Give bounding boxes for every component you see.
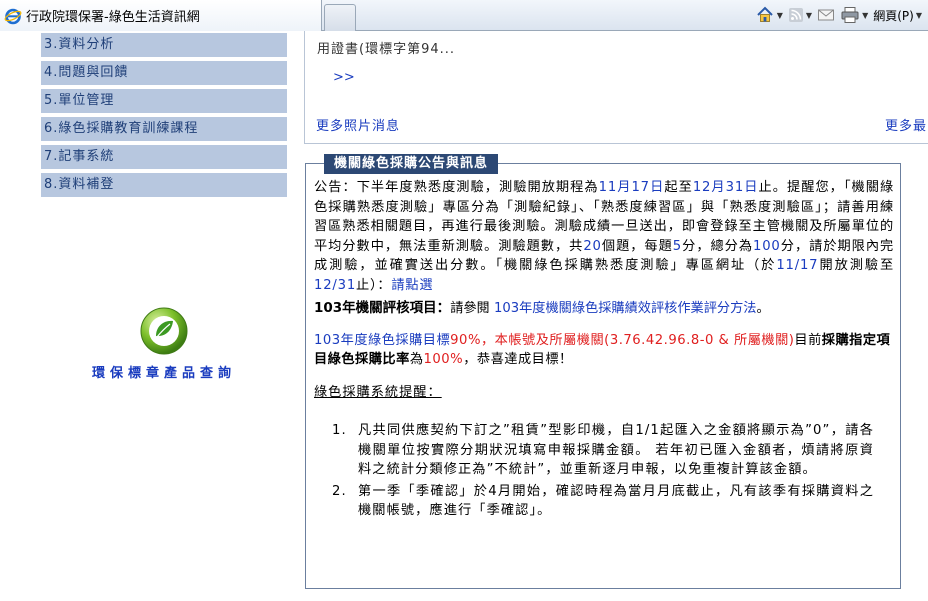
evaluation-items: 103年機關評核項目：請參閱 103年度機關綠色採購績效評核作業評分方法。 (314, 300, 770, 316)
browser-tab-active[interactable]: 行政院環保署-綠色生活資訊網 (0, 0, 322, 31)
browser-tab-title: 行政院環保署-綠色生活資訊網 (26, 10, 200, 25)
exam-notice: 公告：下半年度熟悉度測驗，測驗開放期程為11月17日起至12月31日止。提醒您，… (314, 180, 895, 293)
photo-news-panel: 用證書(環標字第94... >> 更多照片消息 更多最 (304, 31, 928, 144)
announcement-panel: 機關綠色採購公告與訊息 公告：下半年度熟悉度測驗，測驗開放期程為11月17日起至… (305, 154, 901, 589)
printer-icon (841, 7, 859, 23)
sidebar-item-memo-system[interactable]: 7.記事系統 (41, 145, 287, 169)
announcement-body: 公告：下半年度熟悉度測驗，測驗開放期程為11月17日起至12月31日止。提醒您，… (314, 178, 894, 523)
sidebar-item-data-supplement[interactable]: 8.資料補登 (41, 173, 287, 197)
feeds-button[interactable]: ▼ (788, 4, 812, 26)
new-tab-button[interactable] (324, 4, 356, 31)
home-icon (757, 6, 773, 22)
chevron-down-icon: ▼ (915, 10, 922, 20)
reminder-list: 1. 凡共同供應契約下訂之”租賃”型影印機，自1/1起匯入之金額將顯示為”0”，… (332, 421, 874, 521)
eco-label-search: 環保標章產品查詢 (41, 306, 287, 381)
chevron-down-icon: ▼ (805, 10, 813, 20)
chevron-down-icon: ▼ (776, 10, 783, 20)
more-news-link[interactable]: 更多最 (885, 115, 927, 134)
exam-click-here-link[interactable]: 請點選 (391, 278, 433, 293)
announcement-title: 機關綠色採購公告與訊息 (324, 154, 499, 174)
mail-icon (818, 9, 835, 21)
internet-explorer-icon (4, 7, 22, 25)
read-mail-button[interactable] (817, 4, 835, 26)
print-button[interactable]: ▼ (840, 4, 868, 26)
list-item: 2. 第一季「季確認」於4月開始，確認時程為當月月底截止，凡有該季有採購資料之機… (332, 483, 874, 519)
green-mark-logo-icon[interactable] (139, 306, 189, 356)
sidebar-menu: 3.資料分析 4.問題與回饋 5.單位管理 6.綠色採購教育訓練課程 7.記事系… (41, 33, 287, 201)
page-menu-label: 網頁(P) (873, 8, 914, 23)
rss-feed-icon (788, 8, 803, 22)
sidebar-item-data-analysis[interactable]: 3.資料分析 (41, 33, 287, 57)
sidebar-item-feedback[interactable]: 4.問題與回饋 (41, 61, 287, 85)
news-more-arrow-link[interactable]: >> (333, 70, 355, 85)
command-bar: ▼ ▼ ▼ 網頁(P) ▼ (755, 4, 922, 26)
more-photo-news-link[interactable]: 更多照片消息 (316, 115, 400, 134)
procurement-target: 103年度綠色採購目標90%，本帳號及所屬機關(3.76.42.96.8-0 &… (314, 332, 891, 368)
eco-label-product-search-link[interactable]: 環保標章產品查詢 (41, 362, 287, 381)
home-button[interactable]: ▼ (755, 4, 783, 26)
sidebar-item-training-courses[interactable]: 6.綠色採購教育訓練課程 (41, 117, 287, 141)
page-menu-button[interactable]: 網頁(P) ▼ (873, 4, 922, 26)
evaluation-method-link[interactable]: 103年度機關綠色採購績效評核作業評分方法 (494, 301, 757, 316)
browser-chrome: 行政院環保署-綠色生活資訊網 ▼ ▼ ▼ 網頁(P) ▼ (0, 0, 928, 31)
news-snippet[interactable]: 用證書(環標字第94... (317, 38, 455, 57)
sidebar-item-unit-management[interactable]: 5.單位管理 (41, 89, 287, 113)
chevron-down-icon: ▼ (862, 10, 869, 20)
list-item: 1. 凡共同供應契約下訂之”租賃”型影印機，自1/1起匯入之金額將顯示為”0”，… (332, 423, 874, 477)
system-reminder-heading: 綠色採購系統提醒： (314, 384, 442, 400)
